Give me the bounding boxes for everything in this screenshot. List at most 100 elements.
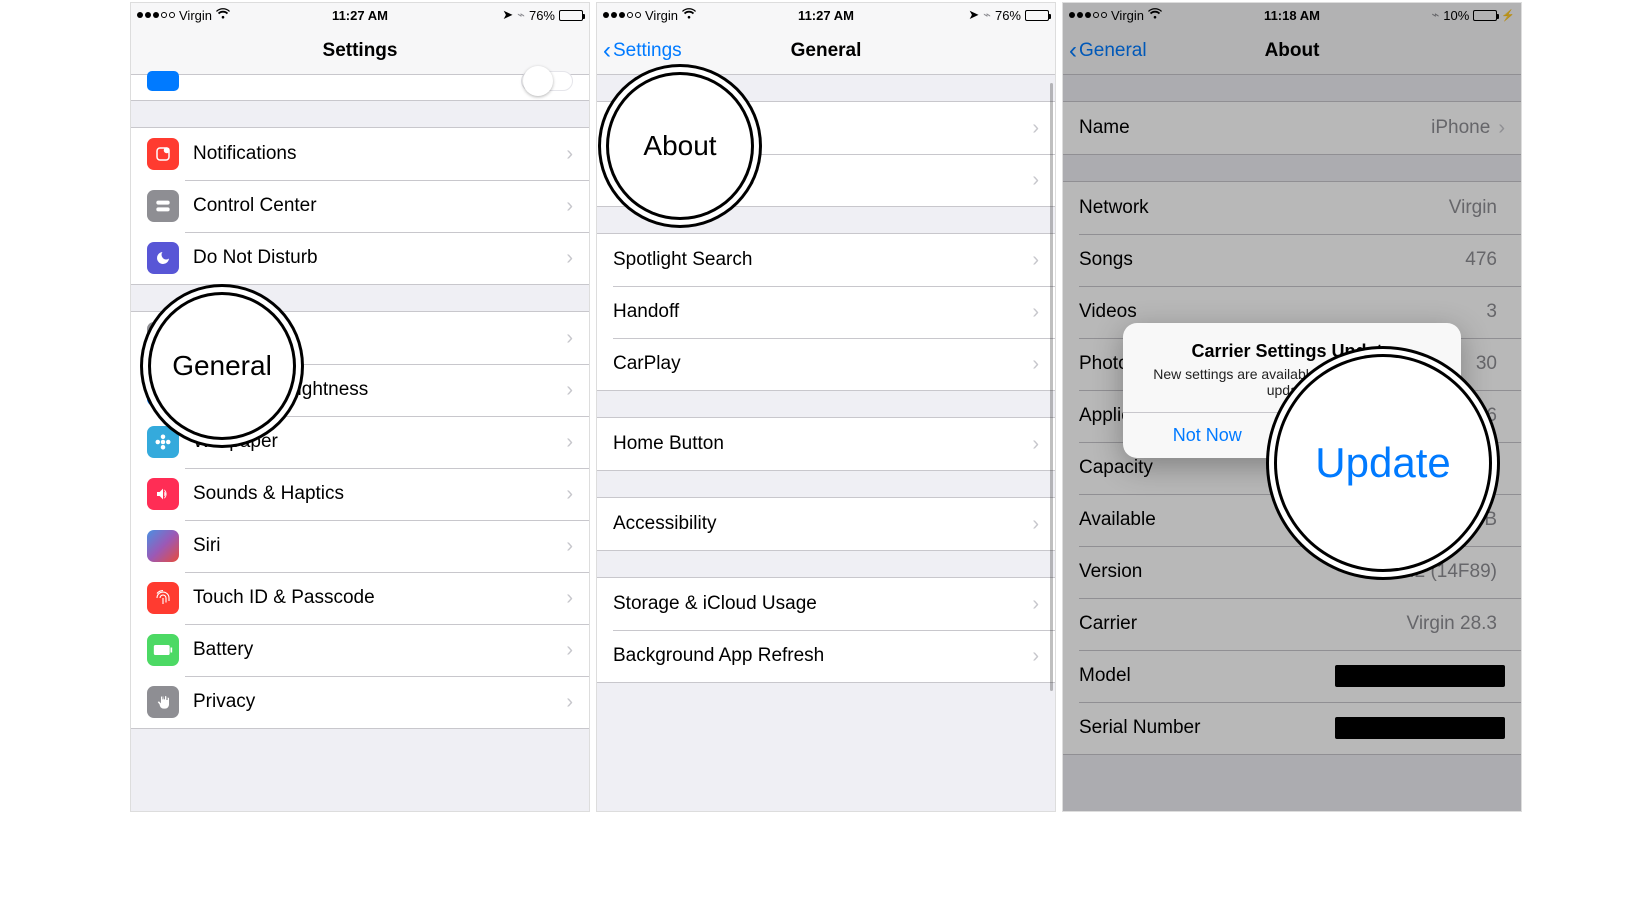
chevron-right-icon: › [566,639,573,662]
bluetooth-icon: ⌁ [517,7,525,23]
battery-icon [1025,10,1049,21]
nav-bar: Settings [131,27,589,75]
chevron-left-icon: ‹ [603,39,611,63]
row-spotlight[interactable]: Spotlight Search › [597,234,1055,286]
battery-pct-label: 76% [529,8,555,23]
bluetooth-icon: ⌁ [1431,7,1439,23]
nav-bar: ‹ General About [1063,27,1521,75]
row-label: Background App Refresh [613,645,1032,667]
row-control-center[interactable]: Control Center › [131,180,589,232]
row-label: Battery [193,639,566,661]
row-bg-refresh[interactable]: Background App Refresh › [597,630,1055,682]
status-bar: Virgin 11:27 AM ➤ ⌁ 76% [597,3,1055,27]
row-dnd[interactable]: Do Not Disturb › [131,232,589,284]
scroll-indicator [1050,83,1053,691]
chevron-right-icon: › [1032,117,1039,140]
row-touchid[interactable]: Touch ID & Passcode › [131,572,589,624]
chevron-right-icon: › [566,431,573,454]
row-privacy[interactable]: Privacy › [131,676,589,728]
row-siri[interactable]: Siri › [131,520,589,572]
row-value: 30 [1476,353,1497,375]
signal-dots-icon [603,12,641,18]
row-label: Home Button [613,433,1032,455]
row-label: Siri [193,535,566,557]
chevron-right-icon: › [1032,645,1039,668]
row-value: iPhone [1431,117,1490,139]
row-label: Wallpaper [193,431,566,453]
callout-label: General [172,350,272,382]
back-button[interactable]: ‹ Settings [597,39,682,63]
clock-label: 11:27 AM [332,8,388,23]
row-home-button[interactable]: Home Button › [597,418,1055,470]
chevron-right-icon: › [566,327,573,350]
siri-icon [147,530,179,562]
row-label: Carrier [1079,613,1407,635]
row-name[interactable]: Name iPhone › [1063,102,1521,154]
row-handoff[interactable]: Handoff › [597,286,1055,338]
back-button[interactable]: ‹ General [1063,39,1147,63]
chevron-right-icon: › [566,143,573,166]
chevron-right-icon: › [566,195,573,218]
back-label: General [1079,40,1147,62]
clock-label: 11:18 AM [1264,8,1320,23]
page-title: General [791,40,862,62]
hand-icon [147,686,179,718]
row-value: 6 [1486,405,1497,427]
battery-icon [1473,10,1497,21]
signal-dots-icon [1069,12,1107,18]
row-notifications[interactable]: Notifications › [131,128,589,180]
speaker-icon [147,478,179,510]
row-label: Network [1079,197,1449,219]
redacted-value [1335,665,1505,687]
callout-label: About [643,130,716,162]
row-accessibility[interactable]: Accessibility › [597,498,1055,550]
row-label: Sounds & Haptics [193,483,566,505]
chevron-right-icon: › [566,587,573,610]
row-battery[interactable]: Battery › [131,624,589,676]
chevron-right-icon: › [1498,117,1505,140]
clock-label: 11:27 AM [798,8,854,23]
callout-circle: General [157,301,287,431]
phone-about: Virgin 11:18 AM ⌁ 10% ⚡ ‹ General About … [1062,2,1522,812]
clipped-icon [147,71,179,91]
row-carplay[interactable]: CarPlay › [597,338,1055,390]
battery-icon [559,10,583,21]
row-label: Spotlight Search [613,249,1032,271]
battery-pct-label: 10% [1443,8,1469,23]
row-value: Virgin [1449,197,1497,219]
alert-not-now-button[interactable]: Not Now [1123,413,1292,458]
row-songs: Songs 476 [1063,234,1521,286]
row-label: Do Not Disturb [193,247,566,269]
row-value: 476 [1465,249,1497,271]
row-value: Virgin 28.3 [1407,613,1498,635]
control-center-icon [147,190,179,222]
row-label: Touch ID & Passcode [193,587,566,609]
callout-label: Update [1315,439,1450,487]
moon-icon [147,242,179,274]
row-version: Version 10.3.2 (14F89) [1063,546,1521,598]
carrier-label: Virgin [179,8,212,23]
row-sounds[interactable]: Sounds & Haptics › [131,468,589,520]
row-label: Privacy [193,691,566,713]
page-title: About [1265,40,1320,62]
fingerprint-icon [147,582,179,614]
battery-pct-label: 76% [995,8,1021,23]
row-label: CarPlay [613,353,1032,375]
flower-icon [147,426,179,458]
row-label: Serial Number [1079,717,1335,739]
chevron-right-icon: › [1032,169,1039,192]
chevron-right-icon: › [566,379,573,402]
chevron-right-icon: › [1032,433,1039,456]
row-network: Network Virgin [1063,182,1521,234]
phone-settings: Virgin 11:27 AM ➤ ⌁ 76% Settings Notific… [130,2,590,812]
carrier-label: Virgin [645,8,678,23]
chevron-right-icon: › [1032,301,1039,324]
chevron-right-icon: › [1032,353,1039,376]
toggle-switch[interactable] [521,71,573,91]
page-title: Settings [323,40,398,62]
chevron-right-icon: › [566,483,573,506]
location-icon: ➤ [968,7,979,23]
row-storage[interactable]: Storage & iCloud Usage › [597,578,1055,630]
row-label: Accessibility [613,513,1032,535]
row-model: Model [1063,650,1521,702]
